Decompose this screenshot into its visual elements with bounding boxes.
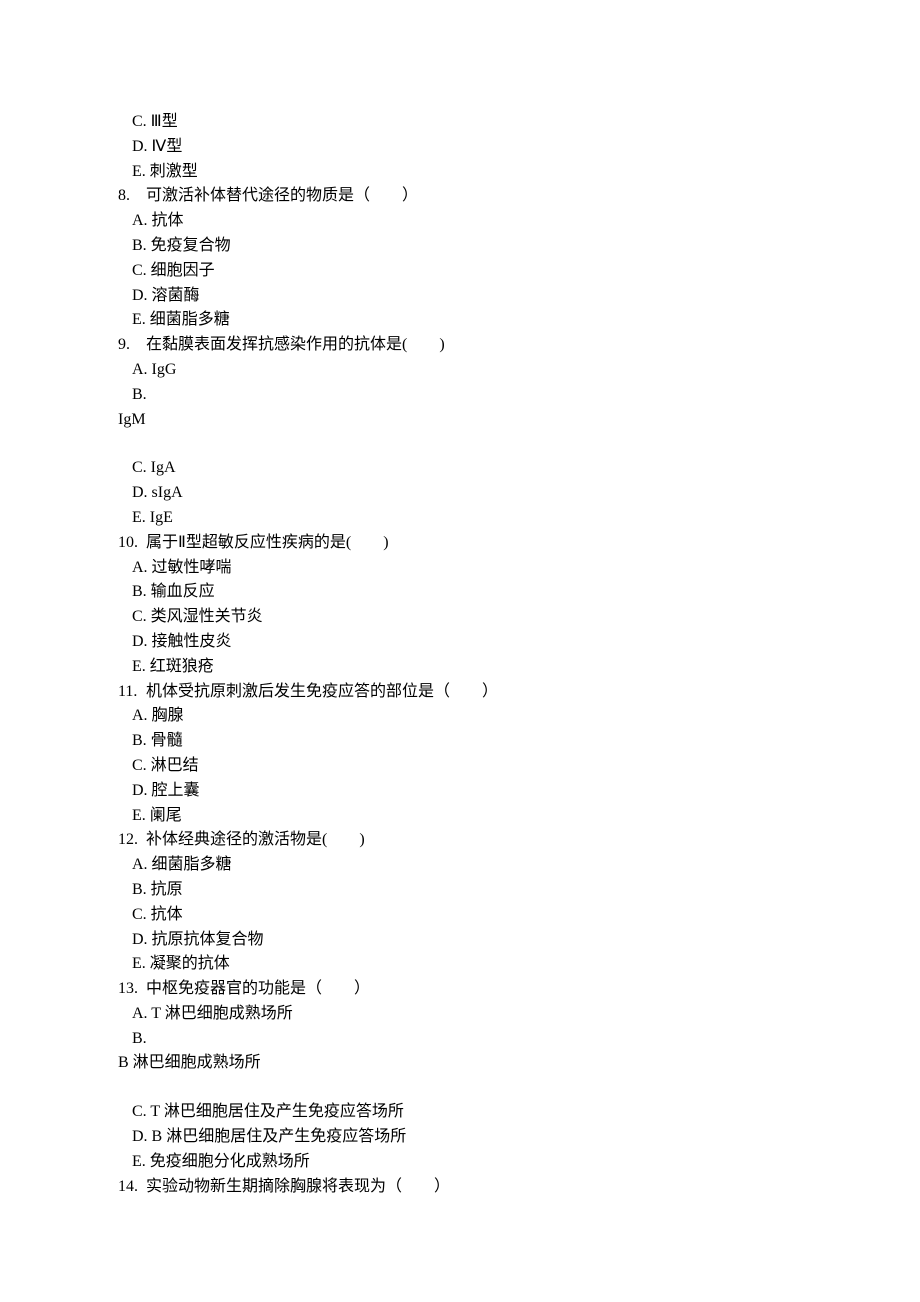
q13-option-a: A. T 淋巴细胞成熟场所: [118, 1002, 800, 1027]
q11-option-c: C. 淋巴结: [118, 754, 800, 779]
q8-option-c: C. 细胞因子: [118, 259, 800, 284]
q9-option-b-cont: IgM: [118, 408, 800, 433]
q10-option-b: B. 输血反应: [118, 580, 800, 605]
q9-option-d: D. sIgA: [118, 481, 800, 506]
q11-stem: 11. 机体受抗原刺激后发生免疫应答的部位是（ ）: [118, 680, 800, 705]
q8-number: 8.: [118, 184, 146, 209]
q12-option-e: E. 凝聚的抗体: [118, 952, 800, 977]
q13-option-c: C. T 淋巴细胞居住及产生免疫应答场所: [118, 1100, 800, 1125]
q10-text: 属于Ⅱ型超敏反应性疾病的是( ): [146, 531, 389, 556]
q12-option-a: A. 细菌脂多糖: [118, 853, 800, 878]
q13-number: 13.: [118, 977, 146, 1002]
q9-number: 9.: [118, 333, 146, 358]
q13-stem: 13. 中枢免疫器官的功能是（ ）: [118, 977, 800, 1002]
q10-number: 10.: [118, 531, 146, 556]
q11-number: 11.: [118, 680, 146, 705]
q13-text: 中枢免疫器官的功能是（ ）: [146, 977, 370, 1002]
q7-option-c: C. Ⅲ型: [118, 110, 800, 135]
q10-stem: 10. 属于Ⅱ型超敏反应性疾病的是( ): [118, 531, 800, 556]
q14-number: 14.: [118, 1175, 146, 1200]
q12-number: 12.: [118, 828, 146, 853]
q12-option-b: B. 抗原: [118, 878, 800, 903]
q8-option-a: A. 抗体: [118, 209, 800, 234]
q12-option-d: D. 抗原抗体复合物: [118, 928, 800, 953]
q8-option-b: B. 免疫复合物: [118, 234, 800, 259]
q11-text: 机体受抗原刺激后发生免疫应答的部位是（ ）: [146, 680, 498, 705]
q9-option-b-marker: B.: [118, 383, 800, 408]
q8-option-e: E. 细菌脂多糖: [118, 308, 800, 333]
q9-stem: 9. 在黏膜表面发挥抗感染作用的抗体是( ): [118, 333, 800, 358]
q7-option-e: E. 刺激型: [118, 160, 800, 185]
q8-text: 可激活补体替代途径的物质是（ ）: [146, 184, 418, 209]
q9-option-a: A. IgG: [118, 358, 800, 383]
q9-text: 在黏膜表面发挥抗感染作用的抗体是( ): [146, 333, 445, 358]
q12-option-c: C. 抗体: [118, 903, 800, 928]
q10-option-e: E. 红斑狼疮: [118, 655, 800, 680]
spacer: [118, 432, 800, 456]
q10-option-c: C. 类风湿性关节炎: [118, 605, 800, 630]
q8-option-d: D. 溶菌酶: [118, 284, 800, 309]
q11-option-a: A. 胸腺: [118, 704, 800, 729]
q11-option-b: B. 骨髓: [118, 729, 800, 754]
q13-option-e: E. 免疫细胞分化成熟场所: [118, 1150, 800, 1175]
q13-option-b-cont: B 淋巴细胞成熟场所: [118, 1051, 800, 1076]
q14-text: 实验动物新生期摘除胸腺将表现为（ ）: [146, 1175, 450, 1200]
spacer: [118, 1076, 800, 1100]
q7-option-d: D. Ⅳ型: [118, 135, 800, 160]
q14-stem: 14. 实验动物新生期摘除胸腺将表现为（ ）: [118, 1175, 800, 1200]
q10-option-a: A. 过敏性哮喘: [118, 556, 800, 581]
q12-stem: 12. 补体经典途径的激活物是( ): [118, 828, 800, 853]
q12-text: 补体经典途径的激活物是( ): [146, 828, 365, 853]
q11-option-d: D. 腔上囊: [118, 779, 800, 804]
q8-stem: 8. 可激活补体替代途径的物质是（ ）: [118, 184, 800, 209]
q11-option-e: E. 阑尾: [118, 804, 800, 829]
q13-option-d: D. B 淋巴细胞居住及产生免疫应答场所: [118, 1125, 800, 1150]
q10-option-d: D. 接触性皮炎: [118, 630, 800, 655]
q13-option-b-marker: B.: [118, 1027, 800, 1052]
q9-option-c: C. IgA: [118, 456, 800, 481]
q9-option-e: E. IgE: [118, 506, 800, 531]
